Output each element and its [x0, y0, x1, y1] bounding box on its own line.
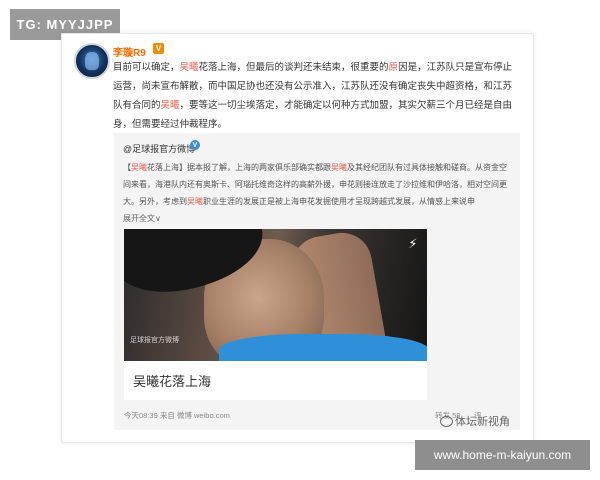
wechat-watermark-text: 体坛新视角 [455, 416, 510, 428]
name-link[interactable]: 吴曦 [180, 62, 199, 73]
photo-watermark: 足球报官方微博 [130, 337, 179, 344]
name-link[interactable]: 吴曦 [187, 197, 203, 206]
avatar-figure [85, 52, 99, 70]
name-link[interactable]: 吴曦 [331, 163, 347, 172]
verified-icon: V [190, 140, 200, 150]
post-text-part: 花落上海，但最后的谈判还未结束，很重要的 [198, 62, 389, 73]
vip-badge-icon: V [153, 43, 164, 54]
photo-shirt [219, 334, 427, 361]
topic-bracket: 【 [123, 163, 131, 172]
reposted-weibo[interactable]: @足球报官方微博 V 【吴曦花落上海】据本报了解，上海的两家俱乐部确实都跟吴曦及… [114, 133, 520, 430]
repost-text-part: 据本报了解，上海的两家俱乐部确实都跟 [187, 163, 331, 172]
wechat-watermark: 体坛新视角 [440, 413, 510, 429]
topic-bracket: 花落上海】 [147, 163, 187, 172]
watermark-bottom: www.home-m-kaiyun.com [415, 440, 590, 470]
photo-caption[interactable]: 吴曦花落上海 [124, 361, 427, 400]
repost-author-link[interactable]: @足球报官方微博 [123, 142, 195, 155]
player-photo[interactable]: 足球报官方微博 ⚡ [124, 229, 427, 361]
expand-full-text-link[interactable]: 展开全文 [123, 214, 155, 223]
avatar[interactable] [74, 43, 110, 79]
post-text: 目前可以确定，吴曦花落上海，但最后的谈判还未结束，很重要的原因是，江苏队只是宣布… [113, 58, 518, 134]
wechat-icon [440, 415, 453, 427]
post-text-part: 目前可以确定， [113, 62, 180, 73]
weibo-post-card: 李璇R9 V 目前可以确定，吴曦花落上海，但最后的谈判还未结束，很重要的原因是，… [61, 33, 534, 443]
chevron-down-icon[interactable]: ∨ [155, 214, 161, 223]
username[interactable]: 李璇R9 [113, 44, 146, 59]
name-link[interactable]: 吴曦 [131, 163, 147, 172]
lightning-icon[interactable]: ⚡ [406, 237, 420, 251]
name-link[interactable]: 吴曦 [161, 100, 180, 111]
repost-text: 【吴曦花落上海】据本报了解，上海的两家俱乐部确实都跟吴曦及其经纪团队有过具体接触… [123, 159, 513, 227]
repost-text-part: 职业生涯的发展正是被上海申花发掘使用才呈现跨越式发展，从情感上来说申 [203, 197, 475, 206]
name-link[interactable]: 原 [389, 62, 399, 73]
post-timestamp[interactable]: 今天08:39 来自 微博 weibo.com [124, 410, 230, 421]
